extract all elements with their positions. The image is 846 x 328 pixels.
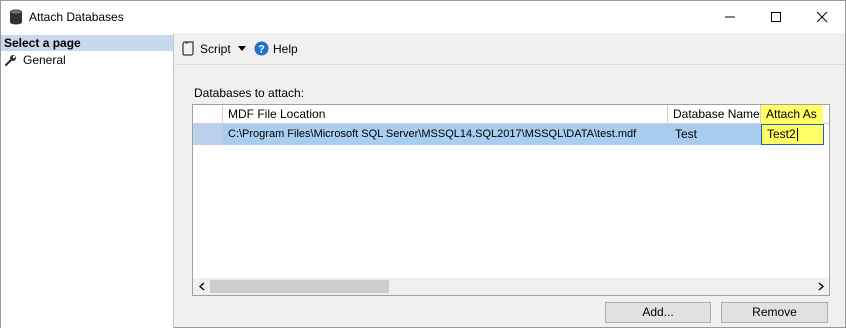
- script-button[interactable]: Script: [182, 41, 231, 56]
- row-selector[interactable]: [193, 124, 223, 145]
- grid-header: MDF File Location Database Name Attach A…: [193, 105, 829, 124]
- horizontal-scrollbar[interactable]: [193, 278, 829, 295]
- attach-as-input[interactable]: Test2: [761, 124, 824, 145]
- minimize-button[interactable]: [707, 1, 753, 33]
- wrench-icon: [5, 55, 16, 66]
- add-button[interactable]: Add...: [605, 302, 711, 323]
- chevron-right-icon: [818, 282, 824, 291]
- scroll-left-button[interactable]: [193, 278, 210, 295]
- text-cursor: [796, 128, 798, 142]
- script-label: Script: [200, 41, 231, 56]
- attach-databases-window: Attach Databases Select a page General S…: [0, 0, 846, 328]
- close-button[interactable]: [799, 1, 845, 33]
- help-label: Help: [273, 41, 298, 56]
- column-header-mdf-location[interactable]: MDF File Location: [223, 105, 668, 124]
- page-item-label: General: [23, 53, 66, 67]
- window-title: Attach Databases: [29, 10, 124, 24]
- toolbar: Script ? Help: [175, 33, 845, 65]
- databases-grid: MDF File Location Database Name Attach A…: [192, 104, 830, 296]
- column-header-database-name[interactable]: Database Name: [668, 105, 761, 124]
- script-icon: [182, 41, 194, 56]
- maximize-icon: [771, 12, 781, 22]
- remove-button[interactable]: Remove: [721, 302, 828, 323]
- database-name-cell[interactable]: Test: [668, 124, 761, 145]
- page-item-general[interactable]: General: [5, 52, 66, 68]
- page-selector-pane: Select a page General: [1, 33, 174, 328]
- databases-to-attach-label: Databases to attach:: [194, 86, 305, 100]
- database-icon: [10, 9, 22, 25]
- help-icon: ?: [254, 41, 269, 56]
- close-icon: [816, 11, 828, 23]
- row-header-column: [193, 105, 223, 124]
- attach-as-value: Test2: [767, 127, 796, 141]
- select-page-header: Select a page: [1, 35, 173, 51]
- table-row[interactable]: C:\Program Files\Microsoft SQL Server\MS…: [193, 124, 829, 145]
- maximize-button[interactable]: [753, 1, 799, 33]
- scroll-right-button[interactable]: [812, 278, 829, 295]
- minimize-icon: [725, 16, 735, 18]
- scrollbar-thumb[interactable]: [210, 280, 389, 293]
- column-header-attach-as[interactable]: Attach As: [761, 105, 823, 124]
- mdf-location-text: C:\Program Files\Microsoft SQL Server\MS…: [228, 128, 637, 140]
- title-bar: Attach Databases: [1, 1, 845, 33]
- script-dropdown-icon[interactable]: [238, 46, 246, 51]
- chevron-left-icon: [198, 282, 204, 291]
- mdf-location-cell[interactable]: C:\Program Files\Microsoft SQL Server\MS…: [223, 124, 694, 145]
- help-button[interactable]: ? Help: [254, 41, 298, 56]
- svg-text:?: ?: [258, 44, 265, 56]
